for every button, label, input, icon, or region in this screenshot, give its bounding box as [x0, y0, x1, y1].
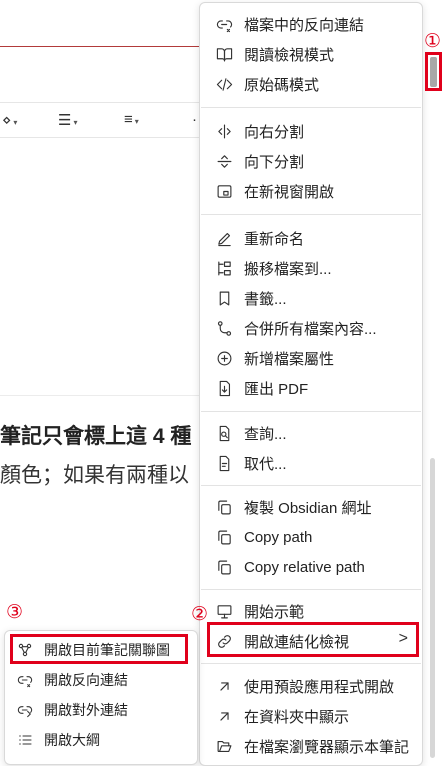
menu-item-copy-relative-path[interactable]: Copy relative path	[200, 553, 422, 581]
backlink-icon	[16, 671, 34, 689]
submenu-item-label: 開啟對外連結	[44, 702, 128, 718]
menu-item-copy-obsidian-url[interactable]: 複製 Obsidian 網址	[200, 493, 422, 521]
menu-item-label: 取代...	[244, 455, 287, 473]
code-icon	[215, 75, 233, 93]
toolbar-format-button[interactable]: ⋄ ▾	[2, 111, 17, 129]
menu-item-backlinks-in-file[interactable]: 檔案中的反向連結	[200, 10, 422, 38]
new-window-icon	[215, 182, 233, 200]
outgoing-link-icon	[16, 701, 34, 719]
menu-item-label: 匯出 PDF	[244, 380, 309, 398]
menu-item-label: 使用預設應用程式開啟	[244, 678, 395, 696]
submenu-item-outline[interactable]: 開啟大綱	[5, 726, 197, 754]
menu-item-split-down[interactable]: 向下分割	[200, 147, 422, 175]
book-open-icon	[215, 45, 233, 63]
toolbar-align-button[interactable]: ≡ ▾	[124, 111, 139, 128]
bookmark-icon	[215, 289, 233, 307]
menu-item-label: 合併所有檔案內容...	[244, 320, 377, 338]
menu-item-replace-file[interactable]: 取代...	[200, 449, 422, 477]
document-heading-text: 筆記只會標上這 4 種	[0, 425, 192, 448]
menu-separator	[201, 663, 421, 664]
search-file-icon	[215, 424, 233, 442]
menu-item-label: 在新視窗開啟	[244, 183, 335, 201]
menu-item-label: 在資料夾中顯示	[244, 708, 350, 726]
document-body-text: 顏色；如果有兩種以	[0, 464, 189, 487]
toolbar-more-button[interactable]: ·	[192, 111, 197, 128]
submenu-item-label: 開啟大綱	[44, 732, 100, 748]
menu-item-label: 搬移檔案到...	[244, 260, 332, 278]
annotation-one: ①	[424, 30, 442, 52]
menu-item-open-default-app[interactable]: 使用預設應用程式開啟	[200, 672, 422, 700]
menu-item-rename[interactable]: 重新命名	[200, 224, 422, 252]
menu-item-merge-file[interactable]: 合併所有檔案內容...	[200, 314, 422, 342]
menu-item-open-new-window[interactable]: 在新視窗開啟	[200, 177, 422, 205]
menu-item-label: 重新命名	[244, 230, 305, 248]
menu-separator	[201, 214, 421, 215]
arrow-up-right-icon	[215, 707, 233, 725]
annotation-two: ②	[191, 603, 209, 625]
menu-item-add-property[interactable]: 新增檔案屬性	[200, 344, 422, 372]
menu-item-label: 向下分割	[244, 153, 305, 171]
copy-icon	[215, 558, 233, 576]
submenu-item-outgoing-links[interactable]: 開啟對外連結	[5, 696, 197, 724]
menu-separator	[201, 411, 421, 412]
copy-icon	[215, 498, 233, 516]
menu-item-search-file[interactable]: 查詢...	[200, 419, 422, 447]
presentation-icon	[215, 602, 233, 620]
menu-item-bookmark[interactable]: 書籤...	[200, 284, 422, 312]
merge-icon	[215, 319, 233, 337]
highlight-scroll-indicator	[425, 52, 442, 91]
backlink-icon	[215, 15, 233, 33]
export-pdf-icon	[215, 379, 233, 397]
menu-item-copy-path[interactable]: Copy path	[200, 523, 422, 551]
menu-item-label: 在檔案瀏覽器顯示本筆記	[244, 738, 410, 756]
menu-item-source-mode[interactable]: 原始碼模式	[200, 70, 422, 98]
header-underline	[0, 46, 212, 47]
menu-separator	[201, 107, 421, 108]
menu-item-label: 開始示範	[244, 603, 305, 621]
copy-icon	[215, 528, 233, 546]
replace-file-icon	[215, 454, 233, 472]
menu-item-label: 原始碼模式	[244, 76, 320, 94]
menu-item-label: 閱讀檢視模式	[244, 46, 335, 64]
editor-toolbar: ⋄ ▾ ☰ ▾ ≡ ▾ ·	[0, 102, 212, 138]
editor-divider	[0, 395, 212, 396]
menu-item-label: 向右分割	[244, 123, 305, 141]
menu-separator	[201, 485, 421, 486]
menu-item-reading-view[interactable]: 閱讀檢視模式	[200, 40, 422, 68]
menu-separator	[201, 589, 421, 590]
menu-item-label: 檔案中的反向連結	[244, 16, 365, 34]
pencil-icon	[215, 229, 233, 247]
folder-open-icon	[215, 737, 233, 755]
menu-item-label: 書籤...	[244, 290, 287, 308]
menu-item-label: 查詢...	[244, 425, 287, 443]
menu-item-show-in-folder[interactable]: 在資料夾中顯示	[200, 702, 422, 730]
menu-item-export-pdf[interactable]: 匯出 PDF	[200, 374, 422, 402]
menu-item-reveal-in-explorer[interactable]: 在檔案瀏覽器顯示本筆記	[200, 732, 422, 760]
menu-item-start-presentation[interactable]: 開始示範	[200, 597, 422, 625]
menu-item-label: Copy path	[244, 528, 313, 546]
outline-list-icon	[16, 731, 34, 749]
arrow-up-right-icon	[215, 677, 233, 695]
move-folder-icon	[215, 259, 233, 277]
split-right-icon	[215, 122, 233, 140]
menu-item-label: 新增檔案屬性	[244, 350, 335, 368]
submenu-item-label: 開啟反向連結	[44, 672, 128, 688]
menu-item-label: 複製 Obsidian 網址	[244, 499, 372, 517]
scrollbar-thumb[interactable]	[430, 458, 435, 758]
plus-circle-icon	[215, 349, 233, 367]
highlight-linked-view	[207, 622, 419, 657]
split-down-icon	[215, 152, 233, 170]
menu-item-split-right[interactable]: 向右分割	[200, 117, 422, 145]
annotation-three: ③	[6, 601, 24, 623]
menu-item-move-file[interactable]: 搬移檔案到...	[200, 254, 422, 282]
toolbar-list-button[interactable]: ☰ ▾	[58, 111, 77, 129]
submenu-item-backlinks[interactable]: 開啟反向連結	[5, 666, 197, 694]
menu-item-label: Copy relative path	[244, 558, 365, 576]
highlight-local-graph	[10, 634, 188, 664]
